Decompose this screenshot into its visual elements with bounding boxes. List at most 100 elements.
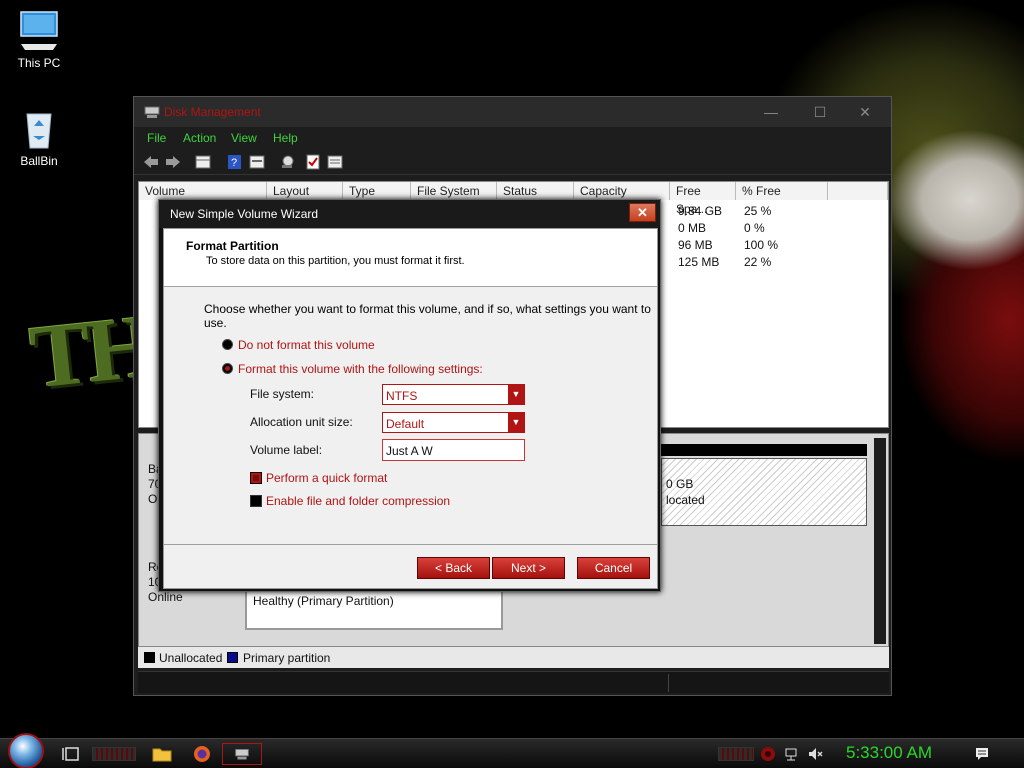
tray-app-icon[interactable] bbox=[760, 746, 776, 762]
task-view-icon[interactable] bbox=[58, 743, 86, 765]
help-icon[interactable]: ? bbox=[226, 154, 244, 170]
allocation-unit-size-value: Default bbox=[386, 417, 425, 431]
column-header-file-system[interactable]: File System bbox=[411, 182, 497, 200]
column-header-layout[interactable]: Layout bbox=[267, 182, 343, 200]
wizard-separator bbox=[164, 544, 657, 545]
chevron-down-icon[interactable]: ▼ bbox=[508, 413, 524, 432]
disk-status: Online bbox=[148, 590, 183, 604]
column-header-volume[interactable]: Volume bbox=[139, 182, 267, 200]
volume-label-input[interactable]: Just A W bbox=[382, 439, 525, 461]
wizard-subheading: To store data on this partition, you mus… bbox=[206, 255, 465, 267]
legend-bar: Unallocated Primary partition bbox=[138, 646, 889, 668]
wizard-close-button[interactable]: ✕ bbox=[629, 203, 656, 222]
wizard-header: Format Partition To store data on this p… bbox=[164, 229, 657, 287]
allocation-unit-size-label: Allocation unit size: bbox=[250, 415, 353, 429]
grid-icon[interactable] bbox=[194, 154, 212, 170]
compression-label[interactable]: Enable file and folder compression bbox=[266, 494, 450, 508]
row-free-space: 9.84 GB bbox=[678, 204, 723, 218]
taskbar-decoration bbox=[92, 747, 136, 761]
status-bar bbox=[138, 671, 889, 693]
list-icon[interactable] bbox=[326, 154, 344, 170]
menu-bar: File Action View Help bbox=[134, 127, 891, 149]
taskbar-decoration bbox=[718, 747, 754, 761]
search-disk-icon[interactable] bbox=[280, 154, 298, 170]
svg-text:?: ? bbox=[231, 157, 237, 169]
taskbar: 5:33:00 AM bbox=[0, 733, 1024, 768]
back-icon[interactable] bbox=[142, 154, 160, 170]
forward-icon[interactable] bbox=[164, 154, 182, 170]
recycle-bin-icon bbox=[26, 113, 52, 149]
compression-checkbox[interactable] bbox=[250, 495, 262, 507]
network-icon[interactable] bbox=[784, 746, 800, 762]
row-percent-free: 100 % bbox=[744, 238, 779, 252]
next-button[interactable]: Next > bbox=[492, 557, 565, 579]
radio-format-volume[interactable] bbox=[222, 363, 233, 374]
unallocated-header-bar bbox=[661, 444, 867, 456]
column-header-empty bbox=[828, 182, 888, 200]
radio-do-not-format[interactable] bbox=[222, 339, 233, 350]
row-percent-free: 25 % bbox=[744, 204, 772, 218]
unallocated-region[interactable]: 0 GB located bbox=[661, 458, 867, 526]
wizard-title: New Simple Volume Wizard bbox=[170, 207, 319, 221]
window-title: Disk Management bbox=[164, 105, 261, 119]
column-header-type[interactable]: Type bbox=[343, 182, 411, 200]
cancel-button[interactable]: Cancel bbox=[577, 557, 650, 579]
wizard-instruction: Choose whether you want to format this v… bbox=[204, 302, 651, 330]
wizard-title-bar[interactable]: New Simple Volume Wizard ✕ bbox=[159, 200, 660, 228]
title-bar[interactable]: Disk Management — ☐ ✕ bbox=[134, 97, 891, 127]
row-free-space: 0 MB bbox=[678, 221, 707, 235]
quick-format-label[interactable]: Perform a quick format bbox=[266, 471, 387, 485]
computer-icon bbox=[20, 11, 58, 50]
taskbar-clock[interactable]: 5:33:00 AM bbox=[846, 743, 932, 763]
properties-icon[interactable] bbox=[248, 154, 266, 170]
check-icon[interactable] bbox=[304, 154, 322, 170]
status-divider bbox=[668, 674, 669, 692]
desktop-icon-ballbin[interactable]: BallBin bbox=[4, 108, 74, 168]
wizard-heading: Format Partition bbox=[186, 239, 279, 253]
minimize-button[interactable]: — bbox=[748, 101, 794, 123]
column-header-percent-free[interactable]: % Free bbox=[736, 182, 828, 200]
column-header-capacity[interactable]: Capacity bbox=[574, 182, 670, 200]
unallocated-label: located bbox=[666, 493, 705, 507]
file-system-value: NTFS bbox=[386, 389, 418, 403]
partition-status: Healthy (Primary Partition) bbox=[253, 594, 394, 608]
start-button[interactable] bbox=[8, 733, 44, 768]
new-simple-volume-wizard: New Simple Volume Wizard ✕ Format Partit… bbox=[158, 199, 661, 592]
unallocated-size: 0 GB bbox=[666, 477, 694, 491]
radio-format-volume-label[interactable]: Format this volume with the following se… bbox=[238, 362, 483, 376]
wizard-body: Format Partition To store data on this p… bbox=[163, 228, 658, 589]
primary-partition-block[interactable]: Healthy (Primary Partition) bbox=[245, 588, 503, 630]
menu-action[interactable]: Action bbox=[183, 131, 216, 145]
maximize-button[interactable]: ☐ bbox=[797, 101, 843, 123]
notification-icon[interactable] bbox=[974, 746, 990, 762]
disk-management-icon[interactable] bbox=[222, 743, 262, 765]
back-button[interactable]: < Back bbox=[417, 557, 490, 579]
menu-view[interactable]: View bbox=[231, 131, 257, 145]
disk-management-icon bbox=[144, 106, 160, 118]
volume-label-value: Just A W bbox=[386, 444, 433, 458]
toolbar: ? bbox=[134, 149, 891, 175]
menu-file[interactable]: File bbox=[147, 131, 166, 145]
close-button[interactable]: ✕ bbox=[842, 101, 888, 123]
legend-label-unallocated: Unallocated bbox=[159, 651, 223, 665]
mute-icon[interactable] bbox=[807, 746, 823, 762]
menu-help[interactable]: Help bbox=[273, 131, 298, 145]
row-free-space: 96 MB bbox=[678, 238, 713, 252]
radio-do-not-format-label[interactable]: Do not format this volume bbox=[238, 338, 375, 352]
file-system-select[interactable]: NTFS ▼ bbox=[382, 384, 525, 405]
desktop-icon-label: This PC bbox=[17, 56, 61, 70]
column-header-status[interactable]: Status bbox=[497, 182, 574, 200]
legend-swatch-primary bbox=[227, 652, 238, 663]
chevron-down-icon[interactable]: ▼ bbox=[508, 385, 524, 404]
row-percent-free: 22 % bbox=[744, 255, 772, 269]
row-percent-free: 0 % bbox=[744, 221, 765, 235]
firefox-icon[interactable] bbox=[188, 743, 216, 765]
legend-swatch-unallocated bbox=[144, 652, 155, 663]
quick-format-checkbox[interactable] bbox=[250, 472, 262, 484]
desktop-icon-this-pc[interactable]: This PC bbox=[4, 10, 74, 70]
desktop-icon-label: BallBin bbox=[20, 154, 58, 168]
file-explorer-icon[interactable] bbox=[148, 743, 176, 765]
allocation-unit-size-select[interactable]: Default ▼ bbox=[382, 412, 525, 433]
vertical-scrollbar[interactable] bbox=[874, 438, 886, 644]
column-header-free-space[interactable]: Free Spa... bbox=[670, 182, 736, 216]
